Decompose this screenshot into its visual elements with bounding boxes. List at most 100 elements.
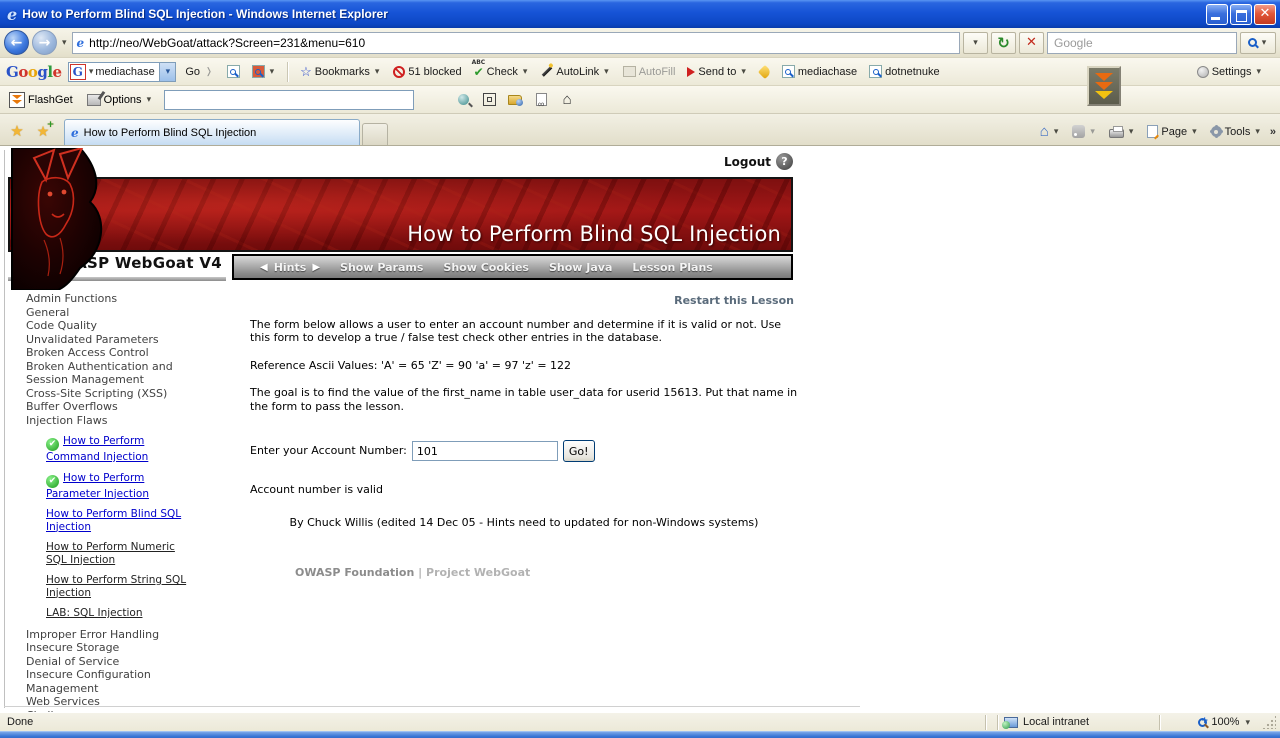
bookmarks-star-icon: ☆ xyxy=(300,63,312,79)
nav-lesson-plans[interactable]: Lesson Plans xyxy=(632,261,712,274)
ascii-reference: Reference Ascii Values: 'A' = 65 'Z' = 9… xyxy=(250,358,572,372)
sidebar-category[interactable]: Insecure Storage xyxy=(26,641,186,655)
resize-grip[interactable] xyxy=(1262,715,1276,729)
search-input[interactable]: Google xyxy=(1047,31,1237,54)
refresh-button[interactable]: ↻ xyxy=(991,31,1016,54)
flashget-download-page-button[interactable] xyxy=(532,92,550,109)
flashget-home-button[interactable]: ⌂ xyxy=(558,91,576,108)
minimize-button[interactable] xyxy=(1206,3,1228,25)
flashget-capture-button[interactable] xyxy=(480,92,498,108)
tab-blind-sql-injection[interactable]: e How to Perform Blind SQL Injection xyxy=(64,119,360,145)
feeds-button[interactable]: ▾ xyxy=(1068,122,1101,141)
engine-dropdown-icon[interactable]: ▾ xyxy=(159,62,176,81)
add-favorite-button[interactable]: ★ + xyxy=(30,119,56,143)
custom-search-dotnetnuke[interactable]: dotnetnuke xyxy=(866,63,942,80)
browser-viewport: Logout ? How to Perform Blind SQL Inject… xyxy=(0,146,1280,712)
sidebar-category[interactable]: Code Quality xyxy=(26,319,186,333)
sidebar-lesson-link[interactable]: ✔ How to Perform Parameter Injection xyxy=(46,472,196,501)
flashget-button[interactable]: FlashGet xyxy=(6,90,76,110)
search-options-icon[interactable]: ▾ xyxy=(1260,37,1269,48)
flashget-drop-icon[interactable] xyxy=(1087,66,1121,106)
popup-blocker-button[interactable]: 51 blocked xyxy=(390,64,464,80)
hints-next-icon[interactable]: ▶ xyxy=(312,262,320,273)
settings-button[interactable]: Settings ▾ xyxy=(1194,64,1266,80)
zoom-dropdown-icon[interactable]: ▾ xyxy=(1243,717,1252,728)
sidebar-category[interactable]: Broken Authentication and Session Manage… xyxy=(26,360,186,387)
sidebar-category[interactable]: General xyxy=(26,306,186,320)
autofill-icon xyxy=(622,66,636,77)
flashget-site-explorer-button[interactable] xyxy=(506,92,524,108)
printer-icon xyxy=(1108,126,1124,138)
nav-show-java[interactable]: Show Java xyxy=(549,261,612,274)
bookmarks-button[interactable]: ☆ Bookmarks ▾ xyxy=(297,62,384,82)
sidebar-lesson-link[interactable]: ✔How to Perform String SQL Injection xyxy=(46,574,196,599)
new-tab-stub[interactable] xyxy=(362,123,388,145)
project-webgoat-link[interactable]: Project WebGoat xyxy=(426,566,530,579)
google-search-select[interactable]: G ▾ mediachase ▾ xyxy=(67,61,177,82)
statusbar-separator xyxy=(985,714,987,730)
go-button[interactable]: Go! xyxy=(562,440,595,462)
sidebar-category[interactable]: Cross-Site Scripting (XSS) xyxy=(26,387,186,401)
hints-prev-icon[interactable]: ◀ xyxy=(260,262,268,273)
restore-button[interactable] xyxy=(1230,3,1252,25)
highlighter-button[interactable] xyxy=(757,64,773,79)
tools-menu-button[interactable]: Tools ▾ xyxy=(1207,123,1266,141)
history-dropdown-icon[interactable]: ▾ xyxy=(60,37,69,48)
spellcheck-button[interactable]: ABC ✔ Check ▾ xyxy=(471,59,533,81)
zoom-control[interactable]: 100% ▾ xyxy=(1166,715,1276,729)
favorites-star-icon: ★ xyxy=(10,123,24,140)
custom-search-mediachase[interactable]: mediachase xyxy=(779,63,860,80)
sendto-button[interactable]: Send to ▾ xyxy=(684,64,750,80)
status-bar: Done Local intranet 100% ▾ xyxy=(0,712,1280,731)
autolink-button[interactable]: AutoLink ▾ xyxy=(538,64,613,80)
sidebar-category[interactable]: Admin Functions xyxy=(26,292,186,306)
logout-link[interactable]: Logout xyxy=(724,155,771,169)
autofill-button[interactable]: AutoFill xyxy=(620,64,679,80)
restart-lesson-link[interactable]: Restart this Lesson xyxy=(250,294,794,308)
lesson-sidebar: Admin Functions General Code Quality Unvali… xyxy=(6,292,244,712)
sidebar-category[interactable]: Insecure Configuration Management xyxy=(26,668,186,695)
google-go-button[interactable]: Go ❭ xyxy=(182,64,217,80)
search-web-button[interactable] xyxy=(224,63,243,80)
sidebar-category[interactable]: Web Services xyxy=(26,695,186,709)
flashget-search-input[interactable] xyxy=(164,89,415,110)
print-button[interactable]: ▾ xyxy=(1105,122,1140,141)
nav-show-cookies[interactable]: Show Cookies xyxy=(443,261,529,274)
flashget-options-button[interactable]: Options ▾ xyxy=(84,92,156,108)
sidebar-category[interactable]: Injection Flaws xyxy=(26,414,186,428)
search-site-button[interactable]: ▾ xyxy=(249,63,280,80)
close-button[interactable] xyxy=(1254,3,1276,25)
hints-control[interactable]: ◀ Hints ▶ xyxy=(260,261,320,274)
forward-button[interactable]: → xyxy=(32,30,57,55)
sidebar-category[interactable]: Unvalidated Parameters xyxy=(26,333,186,347)
page-menu-button[interactable]: Page ▾ xyxy=(1143,122,1202,141)
sidebar-lesson-link[interactable]: ✔How to Perform Blind SQL Injection xyxy=(46,508,196,533)
account-number-input[interactable] xyxy=(411,441,558,461)
favorites-center-button[interactable]: ★ xyxy=(4,119,30,143)
lesson-banner: How to Perform Blind SQL Injection xyxy=(8,177,793,252)
favicon-icon: e xyxy=(76,35,85,50)
lesson-title: How to Perform Blind SQL Injection xyxy=(407,222,781,246)
sidebar-lesson-link[interactable]: ✔LAB: SQL Injection xyxy=(46,607,196,620)
sidebar-lesson-link[interactable]: ✔ How to Perform Command Injection xyxy=(46,435,196,464)
security-zone: Local intranet xyxy=(1002,716,1154,729)
nav-hints[interactable]: Hints xyxy=(274,261,307,274)
sidebar-lesson-link[interactable]: ✔How to Perform Numeric SQL Injection xyxy=(46,541,196,566)
sidebar-category[interactable]: Improper Error Handling xyxy=(26,628,186,642)
flashget-search-button[interactable] xyxy=(454,92,472,108)
sidebar-category[interactable]: Denial of Service xyxy=(26,655,186,669)
home-button[interactable]: ⌂ ▾ xyxy=(1036,120,1065,143)
sidebar-category[interactable]: Broken Access Control xyxy=(26,346,186,360)
stop-button[interactable]: ✕ xyxy=(1019,31,1044,54)
search-go-button[interactable]: ▾ xyxy=(1240,31,1276,54)
nav-show-params[interactable]: Show Params xyxy=(340,261,423,274)
window-title: How to Perform Blind SQL Injection - Win… xyxy=(22,7,388,21)
back-button[interactable]: ← xyxy=(4,30,29,55)
address-input[interactable]: e http://neo/WebGoat/attack?Screen=231&m… xyxy=(71,31,960,54)
sidebar-category[interactable]: Buffer Overflows xyxy=(26,400,186,414)
owasp-foundation-link[interactable]: OWASP Foundation xyxy=(295,566,414,579)
sidebar-category[interactable]: Challenge xyxy=(26,709,186,713)
address-dropdown-button[interactable]: ▾ xyxy=(963,31,988,54)
help-icon[interactable]: ? xyxy=(776,153,793,170)
toolbar-overflow-icon[interactable]: » xyxy=(1270,126,1276,138)
